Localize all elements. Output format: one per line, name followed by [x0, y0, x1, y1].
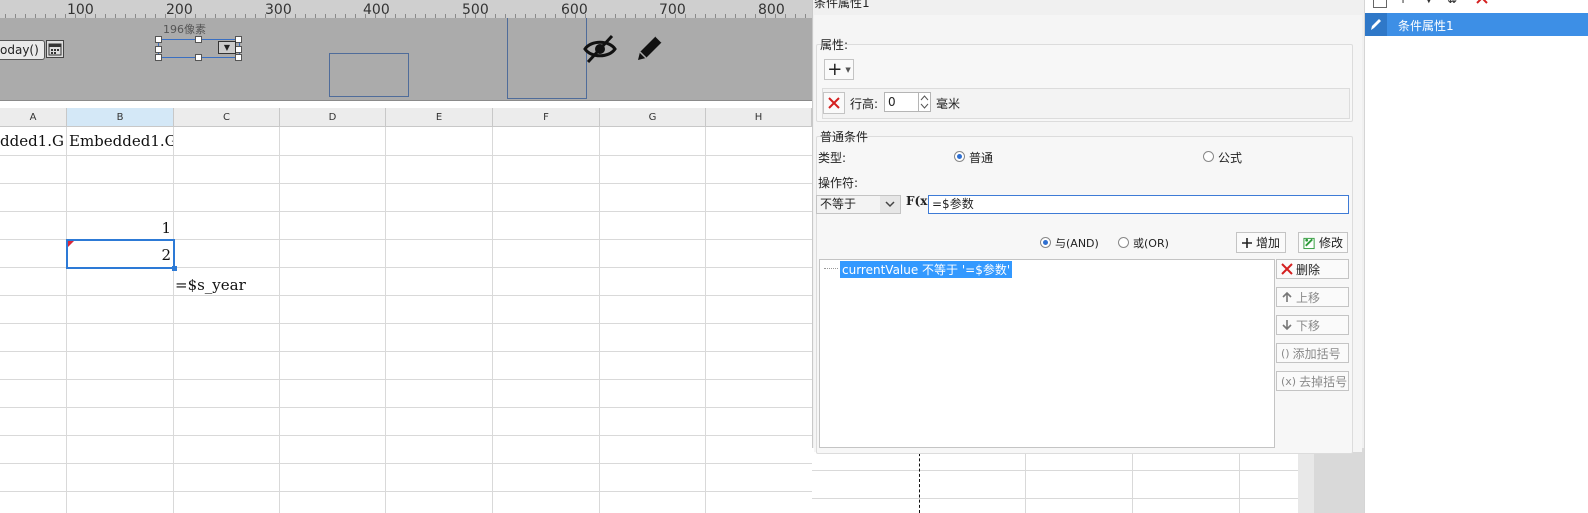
ruler-label: 300: [265, 2, 292, 18]
operator-dropdown-button[interactable]: [880, 196, 900, 213]
plus-icon: [1242, 237, 1252, 248]
widget-size-label: 196像素: [163, 23, 206, 36]
row-height-label: 行高:: [850, 97, 879, 111]
chevron-down-icon: [885, 201, 895, 208]
combobox-dropdown-icon: ▼: [218, 41, 236, 54]
scroll-area: [1314, 448, 1364, 513]
and-label[interactable]: 与(AND): [1055, 235, 1099, 251]
or-label[interactable]: 或(OR): [1133, 235, 1169, 251]
move-up-icon[interactable]: ↑: [1398, 0, 1408, 6]
cell-b1[interactable]: Embedded1.G: [69, 132, 173, 150]
ruler-label: 700: [659, 2, 686, 18]
modify-icon: [1303, 237, 1315, 249]
calendar-icon[interactable]: [46, 40, 64, 58]
widget-placeholder-box[interactable]: [507, 18, 587, 99]
delete-condition-button[interactable]: 删除: [1276, 259, 1349, 279]
arrow-up-icon: [1282, 291, 1292, 302]
delete-x-icon: [828, 97, 840, 109]
column-header-f[interactable]: F: [493, 108, 600, 127]
widget-placeholder-box[interactable]: [329, 53, 409, 97]
bracket-icon: (): [1281, 346, 1290, 360]
remove-bracket-button[interactable]: (x) 去掉括号: [1276, 371, 1349, 391]
form-designer-canvas[interactable]: oday() 196像素 ▼: [0, 18, 812, 101]
or-radio[interactable]: [1118, 237, 1129, 248]
ruler-label: 200: [166, 2, 193, 18]
close-icon[interactable]: [1475, 0, 1489, 8]
type-normal-radio[interactable]: [954, 151, 965, 162]
condition-list-item[interactable]: currentValue 不等于 '=$参数': [840, 261, 1013, 278]
sort-icon[interactable]: ⇊: [1447, 0, 1457, 6]
type-normal-label[interactable]: 普通: [969, 149, 993, 166]
edit-icon: [1365, 13, 1387, 36]
column-header-b[interactable]: B: [67, 108, 174, 127]
edit-pencil-icon[interactable]: [634, 32, 666, 67]
condition-list-panel: ↑ ▼ ⇊: [1364, 0, 1588, 513]
row-height-input[interactable]: 0: [884, 92, 919, 112]
modify-condition-button[interactable]: 修改: [1298, 232, 1348, 253]
spreadsheet-grid-extension[interactable]: [812, 448, 1312, 513]
spinner-arrows-icon: [920, 95, 929, 109]
cell-a1[interactable]: dded1.G: [0, 132, 66, 150]
and-radio[interactable]: [1040, 237, 1051, 248]
copy-icon[interactable]: [1373, 0, 1387, 8]
dialog-content: 属性: + ▼ 行高: 0 毫米 普通条件 类型: 普通 公式 操作符: 不等于 …: [814, 15, 1362, 454]
ruler-label: 100: [67, 2, 94, 18]
move-down-icon[interactable]: ▼: [1425, 0, 1433, 5]
move-down-button[interactable]: 下移: [1276, 315, 1349, 335]
condition-group-label: 普通条件: [820, 130, 869, 144]
cell-b5[interactable]: 2: [69, 246, 171, 264]
add-attribute-button[interactable]: + ▼: [824, 59, 854, 80]
condition-list[interactable]: currentValue 不等于 '=$参数': [819, 259, 1275, 448]
remove-bracket-icon: (x): [1281, 374, 1297, 388]
condition-attribute-item[interactable]: 条件属性1: [1365, 13, 1588, 36]
move-up-button[interactable]: 上移: [1276, 287, 1349, 307]
column-header-h[interactable]: H: [706, 108, 812, 127]
column-header-e[interactable]: E: [386, 108, 493, 127]
column-header-a[interactable]: A: [0, 108, 67, 127]
type-label: 类型:: [818, 151, 847, 165]
arrow-down-icon: [1282, 320, 1292, 331]
operand-input[interactable]: =$参数: [928, 195, 1349, 214]
scroll-area: [1298, 448, 1314, 513]
operator-select-value: 不等于: [820, 197, 857, 211]
horizontal-ruler: 100 200 300 400 500 600 700 800: [0, 0, 812, 19]
operator-label: 操作符:: [818, 176, 859, 190]
row-height-unit: 毫米: [936, 97, 961, 111]
cell-b4[interactable]: 1: [69, 219, 171, 237]
row-height-spinner[interactable]: [919, 92, 931, 112]
hide-eye-icon[interactable]: [583, 34, 617, 67]
attribute-group-label: 属性:: [820, 38, 849, 52]
remove-attribute-button[interactable]: [823, 92, 845, 114]
type-formula-label[interactable]: 公式: [1218, 149, 1242, 166]
column-header-d[interactable]: D: [280, 108, 386, 127]
condition-attribute-item-label: 条件属性1: [1398, 19, 1454, 33]
delete-x-icon: [1281, 263, 1293, 275]
today-widget[interactable]: oday(): [0, 40, 45, 60]
add-condition-button[interactable]: 增加: [1236, 232, 1286, 253]
dialog-title: 条件属性1: [814, 0, 870, 10]
column-header-c[interactable]: C: [174, 108, 280, 127]
spreadsheet-grid[interactable]: A B C D E F G H dded1.G Embedded1.G 1 2 …: [0, 108, 812, 513]
cell-c6[interactable]: =$s_year: [175, 276, 246, 294]
type-formula-radio[interactable]: [1203, 151, 1214, 162]
ruler-label: 800: [758, 2, 785, 18]
add-bracket-button[interactable]: () 添加括号: [1276, 343, 1349, 363]
column-header-g[interactable]: G: [600, 108, 706, 127]
